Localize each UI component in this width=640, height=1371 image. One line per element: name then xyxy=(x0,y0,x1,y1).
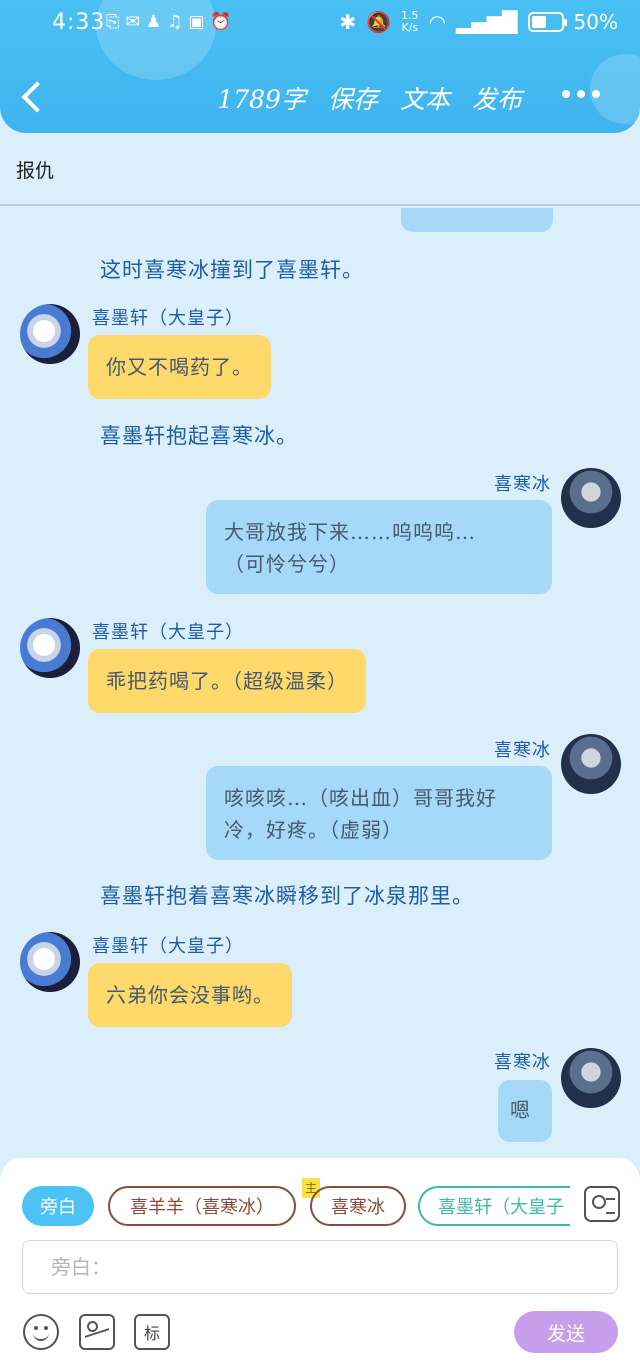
avatar-xi-hanbing[interactable] xyxy=(561,734,621,794)
chat-app-icon: ✉ xyxy=(125,12,140,32)
speaker-name: 喜墨轩（大皇子） xyxy=(92,936,244,957)
message-bubble[interactable]: 大哥放我下来……呜呜呜… （可怜兮兮） xyxy=(206,500,552,594)
app-header: 4:33 ⎘ ✉ ♟ ♫ ▣ ⏰ ✱ 🔕 1.5 K/s ◠ ▂▄▆█ 50% 1… xyxy=(0,0,640,133)
message-line: 大哥放我下来……呜呜呜… xyxy=(224,520,476,544)
story-title-bar: 报仇 xyxy=(0,150,640,206)
avatar-xi-hanbing[interactable] xyxy=(561,468,621,528)
send-button[interactable]: 发送 xyxy=(514,1311,618,1353)
word-count: 1789字 xyxy=(217,85,306,114)
avatar-xi-moxuan[interactable] xyxy=(20,618,80,678)
chat-area[interactable]: 这时喜寒冰撞到了喜墨轩。 喜墨轩（大皇子） 你又不喝药了。 喜墨轩抱起喜寒冰。 … xyxy=(0,208,640,1158)
more-menu-button[interactable] xyxy=(562,90,600,98)
message-bubble-partial[interactable] xyxy=(401,208,553,232)
message-input-box[interactable] xyxy=(22,1240,618,1294)
speaker-name: 喜寒冰 xyxy=(494,740,551,761)
wifi-icon: ◠ xyxy=(428,10,447,34)
battery-icon xyxy=(527,12,567,32)
notification-icons: ⎘ ✉ ♟ ♫ ▣ ⏰ xyxy=(106,12,232,32)
qq-icon: ♟ xyxy=(145,12,162,32)
speaker-name: 喜墨轩（大皇子） xyxy=(92,622,244,643)
decor-bubble xyxy=(590,54,640,124)
avatar-xi-moxuan[interactable] xyxy=(20,304,80,364)
avatar-xi-moxuan[interactable] xyxy=(20,932,80,992)
role-selector: 旁白 喜羊羊（喜寒冰） 主 喜寒冰 喜墨轩（大皇子 xyxy=(22,1178,622,1226)
mute-icon: 🔕 xyxy=(366,10,392,34)
emoji-icon[interactable] xyxy=(23,1314,59,1350)
role-manage-icon[interactable] xyxy=(584,1186,620,1222)
alarm-icon: ⏰ xyxy=(210,12,232,32)
text-button[interactable]: 文本 xyxy=(400,80,450,116)
role-chip[interactable]: 喜羊羊（喜寒冰） xyxy=(108,1186,296,1226)
bag-icon: ▣ xyxy=(188,12,205,32)
message-line: （可怜兮兮） xyxy=(224,552,350,576)
message-bubble[interactable]: 六弟你会没事哟。 xyxy=(88,963,292,1027)
message-line: 咳咳咳…（咳出血）哥哥我好 xyxy=(224,786,497,810)
mark-button[interactable]: 标 xyxy=(134,1314,170,1350)
status-time: 4:33 xyxy=(52,10,106,35)
role-chip-narration[interactable]: 旁白 xyxy=(22,1186,94,1226)
speaker-name: 喜寒冰 xyxy=(494,1052,551,1073)
image-icon[interactable] xyxy=(79,1314,115,1350)
message-bubble[interactable]: 乖把药喝了。（超级温柔） xyxy=(88,649,366,713)
role-chip[interactable]: 喜寒冰 xyxy=(310,1186,406,1226)
save-button[interactable]: 保存 xyxy=(328,80,378,116)
compose-panel: 旁白 喜羊羊（喜寒冰） 主 喜寒冰 喜墨轩（大皇子 标 发送 xyxy=(0,1158,640,1371)
clipboard-icon: ⎘ xyxy=(106,12,120,32)
narration-line[interactable]: 喜墨轩抱着喜寒冰瞬移到了冰泉那里。 xyxy=(100,880,474,910)
role-chip[interactable]: 喜墨轩（大皇子 xyxy=(418,1186,570,1226)
header-toolbar: 1789字 保存 文本 发布 xyxy=(217,80,522,116)
message-bubble[interactable]: 嗯 xyxy=(498,1080,552,1142)
back-button[interactable] xyxy=(20,78,50,118)
battery-fill xyxy=(531,16,546,28)
narration-line[interactable]: 喜墨轩抱起喜寒冰。 xyxy=(100,420,298,450)
message-line: 冷，好疼。（虚弱） xyxy=(224,818,403,842)
narration-line[interactable]: 这时喜寒冰撞到了喜墨轩。 xyxy=(100,254,364,284)
publish-button[interactable]: 发布 xyxy=(472,80,522,116)
system-status: ✱ 🔕 1.5 K/s ◠ ▂▄▆█ 50% xyxy=(339,9,618,35)
message-input[interactable] xyxy=(23,1241,617,1293)
battery-percent: 50% xyxy=(573,10,618,34)
story-title[interactable]: 报仇 xyxy=(16,156,54,183)
signal-icon: ▂▄▆█ xyxy=(456,10,518,34)
music-icon: ♫ xyxy=(167,12,183,32)
speaker-name: 喜墨轩（大皇子） xyxy=(92,308,244,329)
net-speed: 1.5 K/s xyxy=(401,9,419,34)
message-bubble[interactable]: 你又不喝药了。 xyxy=(88,335,271,399)
avatar-xi-hanbing[interactable] xyxy=(561,1048,621,1108)
message-bubble[interactable]: 咳咳咳…（咳出血）哥哥我好 冷，好疼。（虚弱） xyxy=(206,766,552,860)
status-bar: 4:33 ⎘ ✉ ♟ ♫ ▣ ⏰ ✱ 🔕 1.5 K/s ◠ ▂▄▆█ 50% xyxy=(0,0,640,50)
speaker-name: 喜寒冰 xyxy=(494,474,551,495)
bluetooth-icon: ✱ xyxy=(339,10,357,34)
